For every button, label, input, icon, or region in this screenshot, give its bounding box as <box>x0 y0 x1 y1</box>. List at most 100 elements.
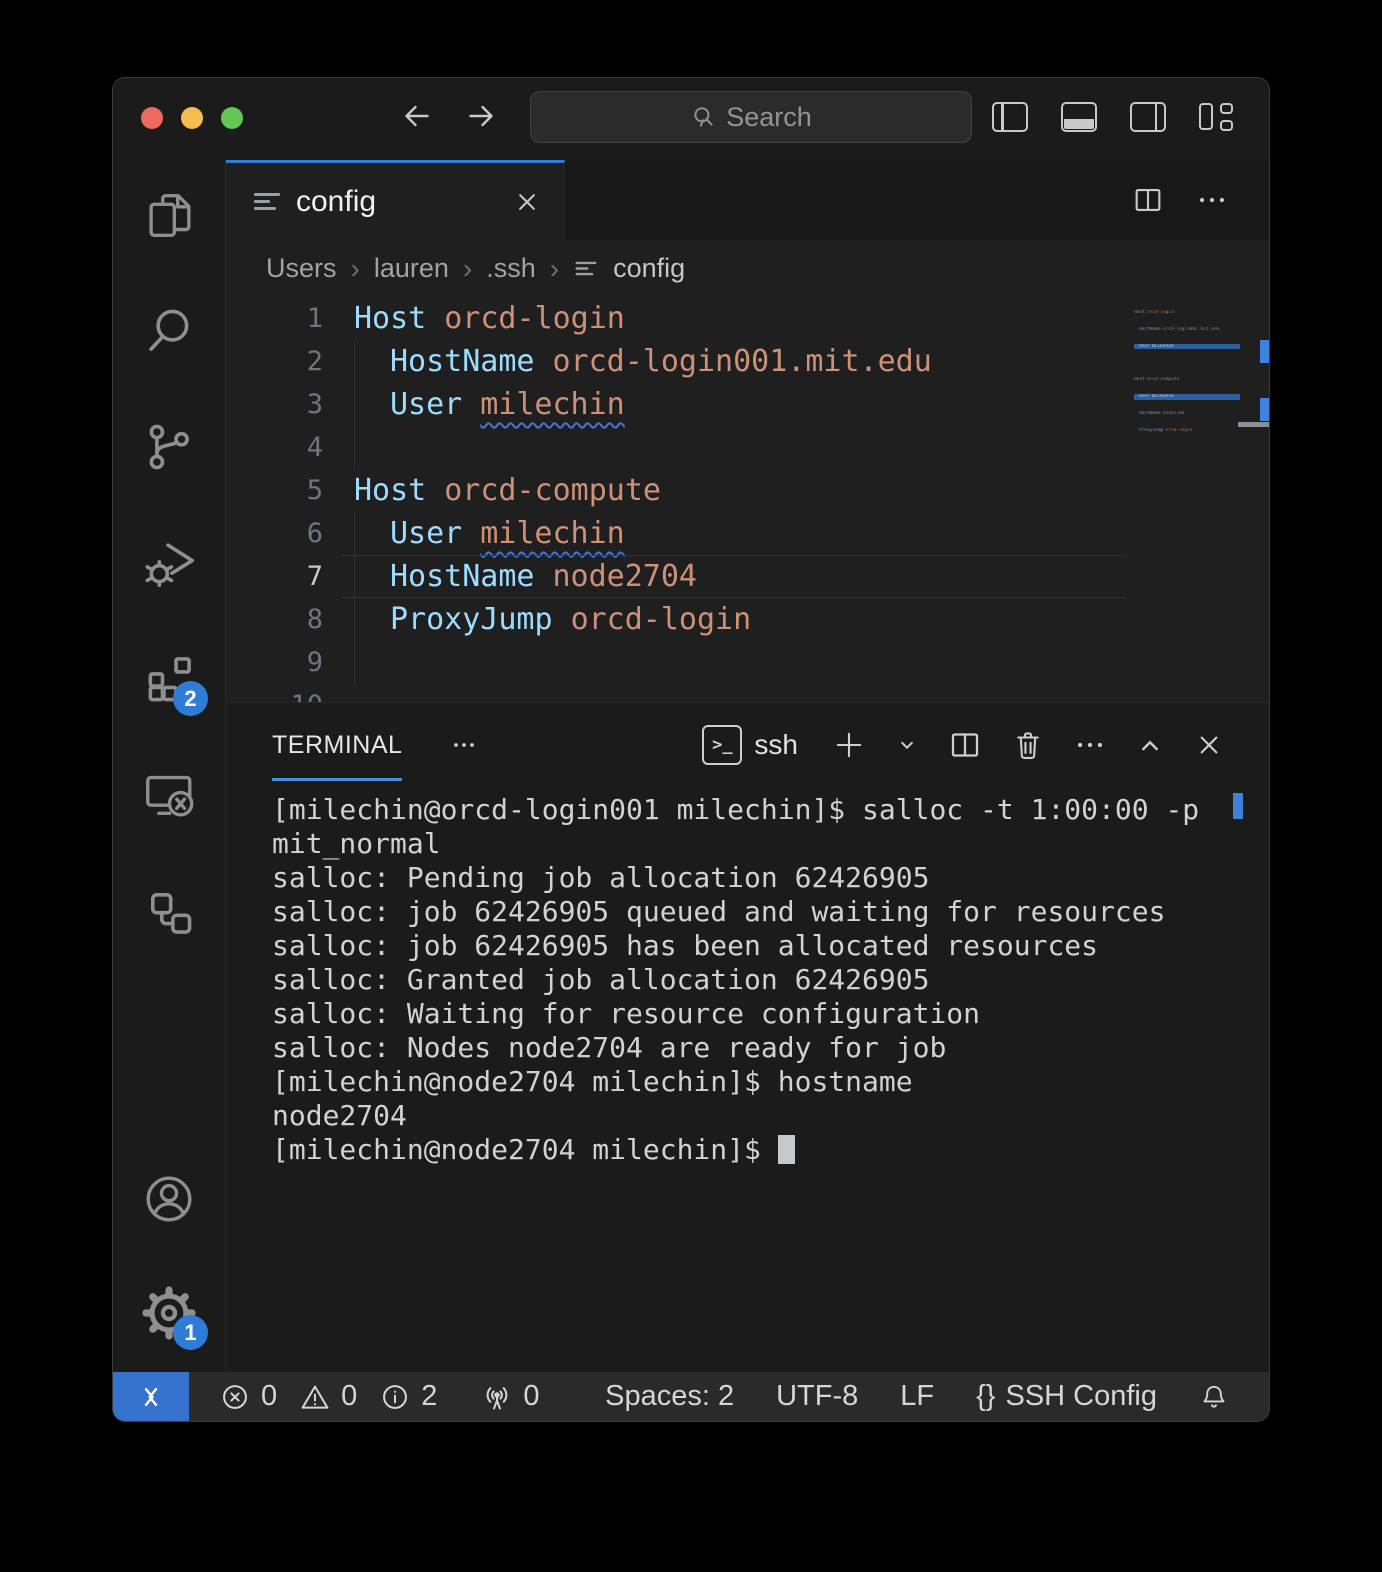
eol-status[interactable]: LF <box>900 1380 934 1413</box>
code-line[interactable]: 8 ProxyJumporcd-login <box>226 598 1269 641</box>
run-debug-icon[interactable] <box>140 534 198 592</box>
code-value-misspelled: milechin <box>480 387 625 422</box>
ports-status[interactable]: 0 <box>481 1380 539 1413</box>
problems-status[interactable]: 0 0 2 <box>219 1380 437 1413</box>
search-input[interactable]: Search <box>530 91 972 143</box>
kill-terminal-trash-icon[interactable] <box>1010 727 1046 763</box>
split-terminal-icon[interactable] <box>947 727 983 763</box>
activity-bar: 2 1 <box>113 160 226 1372</box>
current-line-highlight <box>341 555 1126 598</box>
code-value: orcd-login001.mit.edu <box>553 344 932 379</box>
code-line[interactable]: 2 HostNameorcd-login001.mit.edu <box>226 340 1269 383</box>
breadcrumb-item-ssh[interactable]: .ssh <box>486 253 536 284</box>
code-line-active[interactable]: 7 HostNamenode2704 <box>226 555 1269 598</box>
breadcrumb-item-lauren[interactable]: lauren <box>374 253 449 284</box>
toggle-panel-icon[interactable] <box>1061 102 1097 132</box>
notifications-bell-icon[interactable] <box>1199 1382 1229 1412</box>
code-keyword: Host <box>354 473 426 508</box>
panel-more-actions-icon[interactable] <box>1073 728 1107 762</box>
back-arrow-icon[interactable] <box>399 98 435 134</box>
extensions-icon[interactable]: 2 <box>140 650 198 708</box>
radio-tower-icon <box>481 1381 513 1413</box>
customize-layout-icon[interactable] <box>1199 103 1233 131</box>
remote-indicator[interactable] <box>113 1372 189 1421</box>
search-icon <box>690 104 716 130</box>
shell-label: ssh <box>754 729 798 761</box>
code-line[interactable]: 5 Hostorcd-compute <box>226 469 1269 512</box>
zoom-window-button[interactable] <box>221 107 243 129</box>
remote-ssh-icon <box>134 1380 168 1414</box>
terminal-prompt: [milechin@node2704 milechin]$ <box>272 1133 778 1166</box>
code-editor[interactable]: 1 Hostorcd-login 2 HostNameorcd-login001… <box>226 297 1269 702</box>
code-value-misspelled: milechin <box>480 516 625 551</box>
split-editor-icon[interactable] <box>1131 183 1165 217</box>
settings-gear-icon[interactable]: 1 <box>140 1284 198 1342</box>
minimap[interactable]: Hostorcd-login HostNameorcd-login001.mit… <box>1134 299 1240 444</box>
panel-more-tabs-icon[interactable] <box>448 729 480 761</box>
line-number: 7 <box>226 555 323 598</box>
close-window-button[interactable] <box>141 107 163 129</box>
code-line[interactable]: 6 Usermilechin <box>226 512 1269 555</box>
maximize-panel-chevron-up-icon[interactable] <box>1134 729 1166 761</box>
code-line[interactable]: 4 <box>226 426 1269 469</box>
code-line[interactable]: 1 Hostorcd-login <box>226 297 1269 340</box>
more-actions-icon[interactable] <box>1195 183 1229 217</box>
layout-controls <box>992 102 1233 132</box>
terminal-output[interactable]: [milechin@orcd-login001 milechin]$ sallo… <box>226 787 1269 1167</box>
info-icon <box>379 1381 411 1413</box>
terminal-line: [milechin@node2704 milechin]$ hostname <box>272 1065 1269 1099</box>
source-control-icon[interactable] <box>140 418 198 476</box>
overview-ruler-cursor-mark <box>1238 422 1269 427</box>
hierarchy-boxes-icon[interactable] <box>140 882 198 940</box>
line-number: 10 <box>226 684 323 702</box>
code-value: orcd-compute <box>444 473 661 508</box>
toggle-primary-sidebar-icon[interactable] <box>992 102 1028 132</box>
chevron-right-icon: › <box>351 253 360 285</box>
minimap-line: ProxyJump <box>1139 428 1163 433</box>
remote-explorer-icon[interactable] <box>140 766 198 824</box>
overview-ruler-mark <box>1260 340 1269 363</box>
indentation-status[interactable]: Spaces: 2 <box>605 1380 734 1413</box>
code-line[interactable]: 9 <box>226 641 1269 684</box>
active-tab-underline <box>272 778 402 781</box>
search-placeholder: Search <box>726 102 812 133</box>
language-mode-label: SSH Config <box>1005 1380 1157 1413</box>
warning-icon <box>299 1381 331 1413</box>
new-terminal-icon[interactable] <box>831 727 867 763</box>
terminal-line: salloc: job 62426905 queued and waiting … <box>272 895 1269 929</box>
history-navigation <box>399 98 499 134</box>
shell-session[interactable]: >_ ssh <box>702 725 798 765</box>
accounts-icon[interactable] <box>140 1170 198 1228</box>
traffic-lights <box>141 107 243 129</box>
code-line[interactable]: 3 Usermilechin <box>226 383 1269 426</box>
terminal-line: [milechin@orcd-login001 milechin]$ sallo… <box>272 793 1269 827</box>
line-number: 6 <box>226 512 323 555</box>
line-number: 2 <box>226 340 323 383</box>
close-panel-icon[interactable] <box>1193 729 1225 761</box>
forward-arrow-icon[interactable] <box>463 98 499 134</box>
status-bar: 0 0 2 0 Spaces: 2 UTF-8 LF {} SSH Config <box>113 1372 1269 1421</box>
code-value: orcd-login <box>444 301 625 336</box>
terminal-scrollbar-thumb[interactable] <box>1233 793 1243 819</box>
tab-config[interactable]: config <box>226 160 565 240</box>
code-value: orcd-login <box>571 602 752 637</box>
tab-terminal[interactable]: TERMINAL <box>272 703 402 787</box>
minimize-window-button[interactable] <box>181 107 203 129</box>
explorer-icon[interactable] <box>140 186 198 244</box>
breadcrumb-item-config[interactable]: config <box>613 253 685 284</box>
config-file-icon <box>254 193 280 210</box>
warning-count: 0 <box>341 1380 357 1413</box>
breadcrumb-item-users[interactable]: Users <box>266 253 337 284</box>
chevron-down-icon[interactable] <box>894 732 920 758</box>
language-mode-status[interactable]: {} SSH Config <box>976 1380 1157 1413</box>
braces-icon: {} <box>976 1380 995 1413</box>
encoding-status[interactable]: UTF-8 <box>776 1380 858 1413</box>
line-number: 3 <box>226 383 323 426</box>
close-tab-icon[interactable] <box>512 187 542 217</box>
code-line[interactable]: 10 <box>226 684 1269 702</box>
search-sidebar-icon[interactable] <box>140 302 198 360</box>
status-right-group: Spaces: 2 UTF-8 LF {} SSH Config <box>605 1380 1269 1413</box>
toggle-secondary-sidebar-icon[interactable] <box>1130 102 1166 132</box>
terminal-icon: >_ <box>702 725 742 765</box>
minimap-line: orcd-login <box>1147 310 1174 315</box>
